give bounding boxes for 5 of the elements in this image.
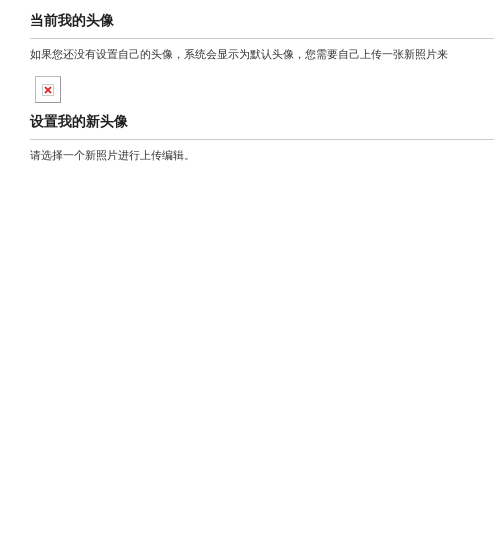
description-text: 请选择一个新照片进行上传编辑。 <box>30 149 196 163</box>
broken-image-icon <box>35 76 61 103</box>
section-heading: 设置我的新头像 <box>30 113 494 140</box>
description-text: 如果您还没有设置自己的头像，系统会显示为默认头像，您需要自己上传一张新照片来 <box>30 48 449 62</box>
section-heading: 当前我的头像 <box>30 12 494 39</box>
